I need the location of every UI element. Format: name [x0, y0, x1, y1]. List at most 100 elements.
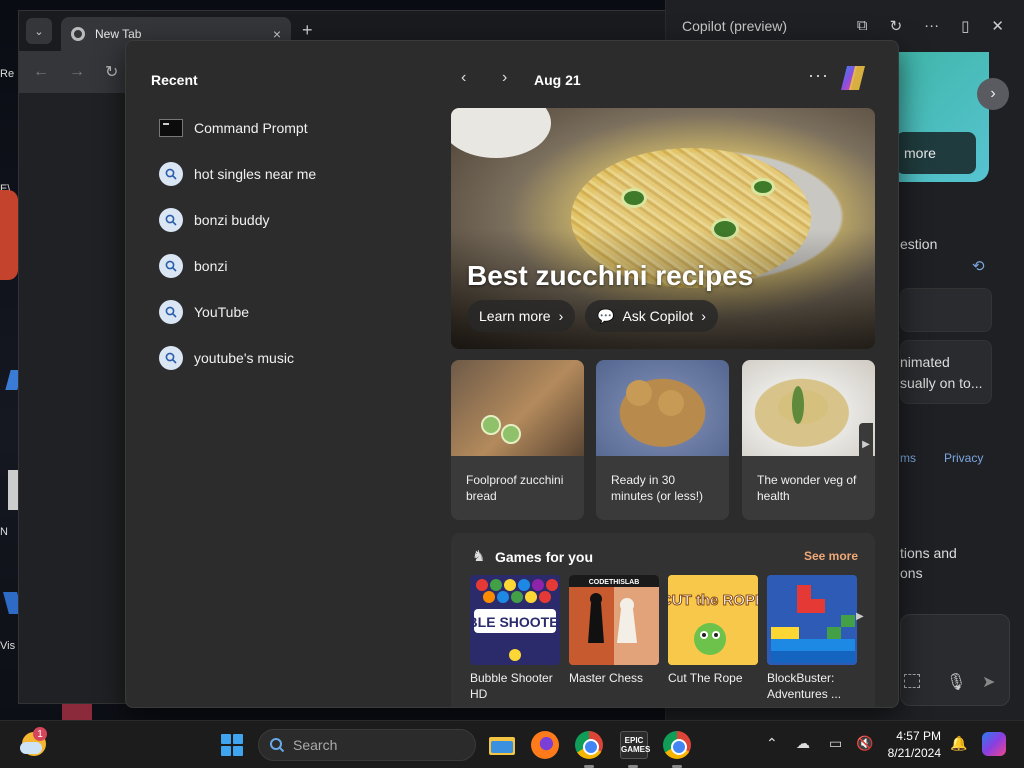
- new-tab-button[interactable]: +: [302, 20, 313, 41]
- taskbar: 1 Search EPIC GAMES ⌃ ☁ ▭ 🔇 4:57 PM 8/21…: [0, 720, 1024, 768]
- chrome-icon[interactable]: [575, 731, 603, 759]
- recent-heading: Recent: [151, 72, 198, 88]
- chrome-favicon-icon: [71, 27, 85, 41]
- copilot-text: ons: [900, 565, 923, 581]
- cloud-offline-icon[interactable]: ☁: [796, 735, 810, 752]
- desktop-icon-label[interactable]: Vis: [0, 640, 20, 652]
- microphone-icon[interactable]: 🎙: [946, 672, 966, 692]
- copilot-suggestion-text: nimated: [900, 354, 950, 370]
- recipe-card-title: Foolproof zucchini bread: [466, 473, 564, 503]
- recent-item-search[interactable]: youtube's music: [159, 335, 429, 381]
- open-external-icon[interactable]: ⧉: [857, 17, 868, 35]
- image-upload-icon[interactable]: [904, 674, 920, 688]
- game-tile[interactable]: CUT the ROPE Cut The Rope: [668, 575, 758, 686]
- game-art-text: CUT the ROPE: [668, 592, 758, 609]
- next-day-button[interactable]: ›: [502, 69, 507, 87]
- chevron-right-icon: ›: [701, 308, 706, 324]
- copilot-taskbar-icon[interactable]: [982, 732, 1006, 756]
- recent-item-search[interactable]: hot singles near me: [159, 151, 429, 197]
- previous-day-button[interactable]: ‹: [461, 69, 466, 87]
- recent-item-search[interactable]: bonzi buddy: [159, 197, 429, 243]
- carousel-next-icon[interactable]: ›: [977, 78, 1009, 110]
- see-more-link[interactable]: See more: [804, 549, 858, 563]
- tab-title: New Tab: [95, 27, 142, 41]
- more-options-icon[interactable]: ···: [924, 17, 939, 35]
- notification-badge: 1: [33, 727, 47, 741]
- copilot-suggestion-text: sually on to...: [900, 375, 983, 391]
- game-image-blockbuster: [767, 575, 857, 665]
- games-section: ♞ Games for you See more BUBBLE SHOOTER …: [451, 533, 875, 707]
- copilot-suggestion-box[interactable]: [900, 288, 992, 332]
- game-tile[interactable]: BUBBLE SHOOTER HD Bubble Shooter HD: [470, 575, 560, 702]
- recent-item-label: hot singles near me: [194, 166, 317, 182]
- recent-item-search[interactable]: YouTube: [159, 289, 429, 335]
- recipe-card-title: The wonder veg of health: [757, 473, 857, 503]
- recent-item-label: bonzi: [194, 258, 228, 274]
- desktop-app-icon[interactable]: [8, 470, 18, 510]
- refresh-icon[interactable]: ↻: [890, 17, 903, 35]
- start-button[interactable]: [221, 734, 243, 756]
- hero-card[interactable]: Best zucchini recipes Learn more › 💬 Ask…: [451, 108, 875, 349]
- desktop-icon-label[interactable]: N: [0, 526, 20, 538]
- game-image-cut-the-rope: CUT the ROPE: [668, 575, 758, 665]
- copilot-header-actions: ⧉ ↻ ··· ▯ ✕: [857, 17, 1024, 35]
- recent-item-label: bonzi buddy: [194, 212, 270, 228]
- firefox-icon[interactable]: [531, 731, 559, 759]
- close-icon[interactable]: ✕: [991, 17, 1004, 35]
- search-icon: [270, 738, 285, 753]
- system-clock[interactable]: 4:57 PM 8/21/2024: [885, 728, 941, 762]
- search-icon: [159, 346, 183, 370]
- games-next-icon[interactable]: ▶: [856, 611, 864, 622]
- display-icon[interactable]: ▭: [829, 735, 842, 752]
- search-icon: [159, 162, 183, 186]
- recent-item-search[interactable]: bonzi: [159, 243, 429, 289]
- date-label: Aug 21: [534, 72, 581, 88]
- taskbar-search-box[interactable]: Search: [258, 729, 476, 761]
- desktop-app-icon[interactable]: [0, 190, 18, 280]
- recipe-card-image: [742, 360, 875, 456]
- copilot-chat-input[interactable]: [900, 614, 1010, 706]
- show-hidden-icons-chevron-icon[interactable]: ⌃: [766, 735, 778, 752]
- recent-item-label: Command Prompt: [194, 120, 308, 136]
- ask-copilot-button[interactable]: 💬 Ask Copilot ›: [585, 300, 718, 332]
- ask-copilot-label: Ask Copilot: [622, 308, 694, 324]
- recipe-card[interactable]: The wonder veg of health: [742, 360, 875, 520]
- recipe-card[interactable]: Ready in 30 minutes (or less!): [596, 360, 729, 520]
- copilot-more-button[interactable]: more: [896, 132, 976, 174]
- desktop-icon-label[interactable]: Re: [0, 68, 20, 80]
- copilot-suggestion-box[interactable]: [900, 340, 992, 404]
- privacy-link[interactable]: Privacy: [944, 451, 983, 465]
- recent-item-command-prompt[interactable]: Command Prompt: [159, 105, 429, 151]
- cards-next-icon[interactable]: ▶: [859, 423, 873, 465]
- game-tile[interactable]: CODETHISLAB Master Chess: [569, 575, 659, 686]
- search-placeholder: Search: [293, 737, 338, 753]
- chrome-icon[interactable]: [663, 731, 691, 759]
- tab-search-dropdown-button[interactable]: ⌄: [26, 18, 52, 44]
- game-title: Cut The Rope: [668, 671, 743, 685]
- recipe-card-image: [596, 360, 729, 456]
- chevron-right-icon: ›: [558, 308, 564, 324]
- reload-icon[interactable]: ↻: [105, 62, 118, 82]
- search-flyout: Recent Command Prompt hot singles near m…: [125, 40, 899, 708]
- game-image-master-chess: CODETHISLAB: [569, 575, 659, 665]
- file-explorer-icon[interactable]: [488, 731, 516, 759]
- terms-link[interactable]: ms: [900, 451, 916, 465]
- more-options-icon[interactable]: ···: [808, 65, 829, 86]
- epic-games-icon[interactable]: EPIC GAMES: [620, 731, 650, 759]
- copilot-logo-icon[interactable]: [838, 64, 870, 92]
- learn-more-button[interactable]: Learn more ›: [467, 300, 576, 332]
- game-tile[interactable]: BlockBuster: Adventures ...: [767, 575, 857, 702]
- game-art-text: CODETHISLAB: [589, 579, 640, 586]
- clock-time: 4:57 PM: [896, 729, 941, 743]
- recipe-card-image: [451, 360, 584, 456]
- refresh-suggestions-icon[interactable]: ⟲: [972, 257, 985, 275]
- volume-muted-icon[interactable]: 🔇: [856, 735, 873, 752]
- send-icon[interactable]: ➤: [982, 672, 995, 692]
- recipe-card[interactable]: Foolproof zucchini bread: [451, 360, 584, 520]
- search-icon: [159, 254, 183, 278]
- dock-sidebar-icon[interactable]: ▯: [961, 17, 969, 35]
- back-arrow-icon[interactable]: ←: [33, 63, 49, 81]
- forward-arrow-icon[interactable]: →: [69, 63, 85, 81]
- copilot-title: Copilot (preview): [682, 18, 788, 34]
- notifications-bell-icon[interactable]: 🔔: [950, 735, 967, 752]
